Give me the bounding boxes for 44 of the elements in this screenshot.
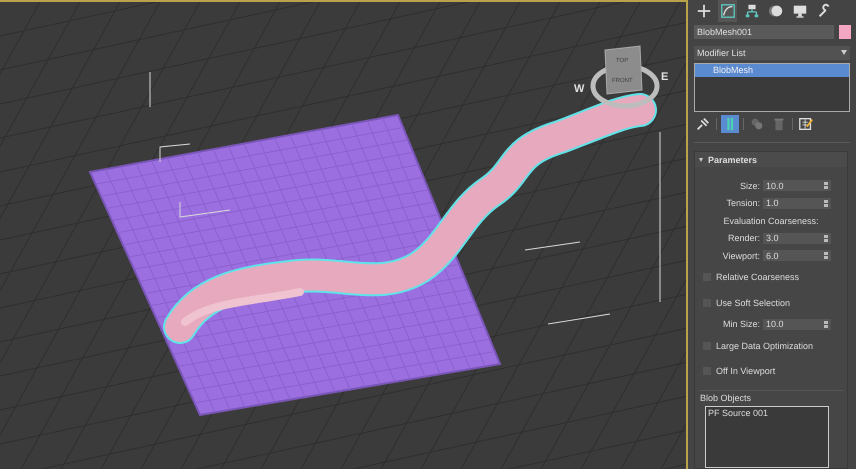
modifier-list-dropdown[interactable]: Modifier List [694,46,850,60]
parameter-label: Size: [740,180,760,191]
curve-icon [720,3,736,19]
command-tab[interactable] [718,0,737,22]
parameter-label: Tension: [726,198,760,208]
list-item[interactable]: PF Source 001 [706,407,828,419]
circles-icon [749,116,765,132]
caret-icon [841,50,847,55]
rollout-title: Parameters [708,154,758,164]
checkbox-label: Off In Viewport [716,366,776,376]
group-title: Blob Objects [699,393,752,403]
spinner-arrows-icon[interactable] [824,182,828,190]
viewcube-drawing [590,45,660,108]
pin-icon [695,116,711,132]
spinner-field[interactable]: 3.0 [763,232,831,244]
monitor-icon [792,3,808,19]
spinner-arrows-icon[interactable] [824,200,828,207]
stack-tool-button[interactable] [721,114,739,133]
parameter-label: Render: [728,233,760,244]
spinner-arrows-icon[interactable] [824,320,828,328]
checkbox-label: Large Data Optimization [716,340,814,351]
viewcube-west-label[interactable]: W [574,83,584,95]
spinner-field[interactable]: 10.0 [763,180,831,192]
blob-objects-list[interactable]: PF Source 001 [705,406,829,468]
plus-icon [696,3,712,19]
hierarchy-icon [744,3,760,19]
checkbox-label: Use Soft Selection [716,298,790,308]
modifier-stack-list[interactable]: BlobMesh [694,63,850,112]
section-label: Evaluation Coarseness: [723,216,819,226]
checkbox-label: Relative Coarseness [716,272,800,282]
modifier-stack-item[interactable]: BlobMesh [695,64,849,77]
circles-icon [768,3,784,19]
object-name-field[interactable]: BlobMesh001 [694,25,834,39]
spinner-field[interactable]: 6.0 [763,250,831,262]
viewcube-east-label[interactable]: E [661,71,668,83]
spinner-field[interactable]: 10.0 [763,318,831,330]
rollout-header[interactable]: Parameters [695,152,847,167]
grid-pencil-icon [798,116,814,132]
spinner-arrows-icon[interactable] [824,252,828,260]
object-color-swatch[interactable] [839,25,851,39]
parameter-label: Viewport: [722,250,760,261]
parameter-label: Min Size: [722,319,760,330]
spinner-arrows-icon[interactable] [824,234,828,242]
spinner-field[interactable]: 1.0 [763,198,831,209]
